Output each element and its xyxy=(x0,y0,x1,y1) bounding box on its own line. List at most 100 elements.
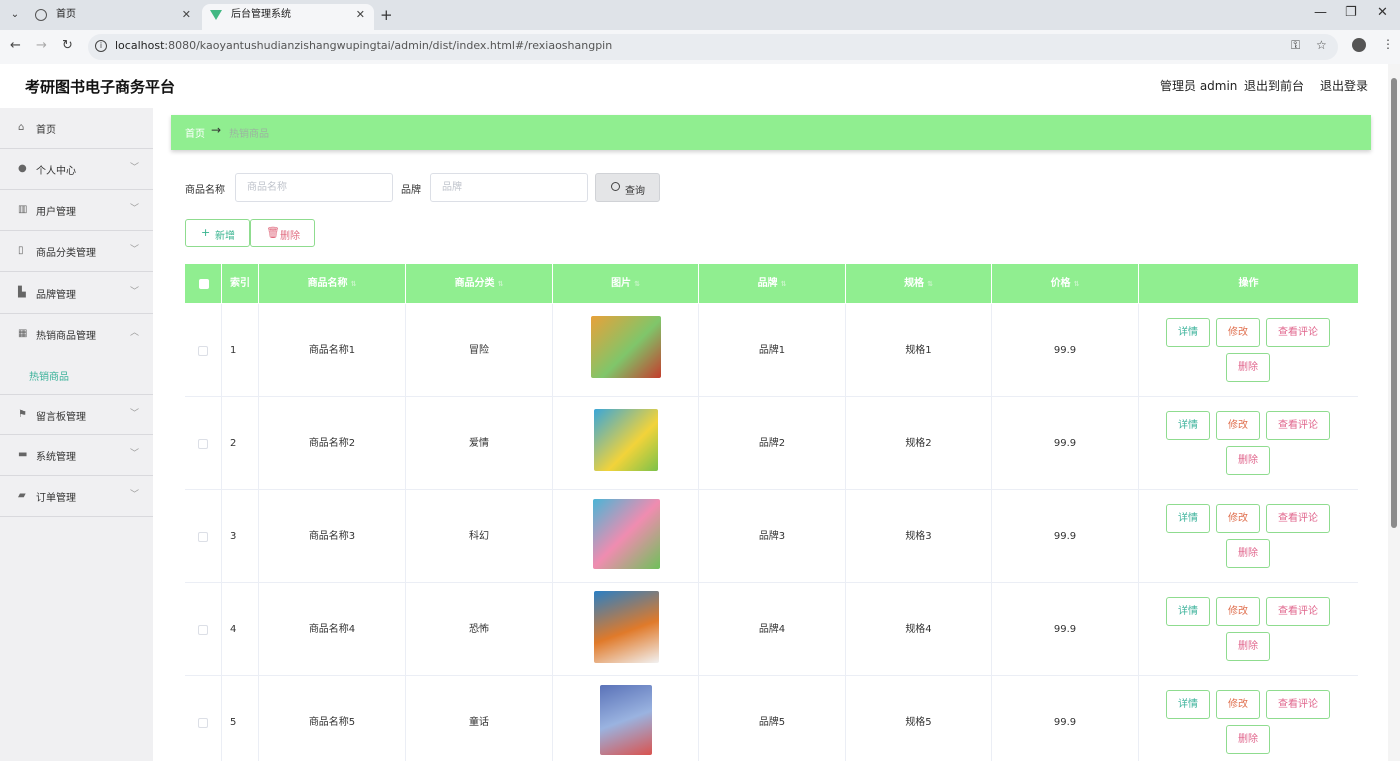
sort-icon[interactable]: ⇅ xyxy=(927,280,933,288)
name-cell: 商品名称5 xyxy=(259,676,406,761)
forward-icon[interactable]: → xyxy=(36,38,47,53)
address-bar[interactable]: i localhost:8080/kaoyantushudianzishangw… xyxy=(88,34,1338,60)
edit-button[interactable]: 修改 xyxy=(1216,690,1260,719)
book-cover-image[interactable] xyxy=(591,316,661,378)
batch-delete-button[interactable]: 🗑 删除 xyxy=(250,219,315,247)
header-label: 品牌 xyxy=(757,278,778,289)
view-comments-button[interactable]: 查看评论 xyxy=(1266,597,1330,626)
url-text[interactable]: localhost:8080/kaoyantushudianzishangwup… xyxy=(115,39,612,52)
header-category[interactable]: 商品分类 ⇅ xyxy=(406,264,553,303)
image-cell xyxy=(553,490,699,583)
detail-button[interactable]: 详情 xyxy=(1166,597,1210,626)
sidebar-item-brand[interactable]: ▙ 品牌管理 ﹀ xyxy=(0,273,153,314)
select-cell xyxy=(185,490,222,583)
book-cover-image[interactable] xyxy=(600,685,652,755)
book-cover-image[interactable] xyxy=(593,499,660,569)
row-checkbox[interactable] xyxy=(198,625,208,635)
header-name[interactable]: 商品名称 ⇅ xyxy=(259,264,406,303)
header-image[interactable]: 图片 ⇅ xyxy=(553,264,699,303)
sort-icon[interactable]: ⇅ xyxy=(351,280,357,288)
edit-button[interactable]: 修改 xyxy=(1216,411,1260,440)
sidebar-item-hot-products[interactable]: ▦ 热销商品管理 ︿ xyxy=(0,314,153,355)
sidebar-subitem-label: 热销商品 xyxy=(29,372,69,383)
delete-row-button[interactable]: 删除 xyxy=(1226,353,1270,382)
delete-button-label: 删除 xyxy=(280,231,300,242)
header-spec[interactable]: 规格 ⇅ xyxy=(846,264,992,303)
sort-icon[interactable]: ⇅ xyxy=(498,280,504,288)
row-checkbox[interactable] xyxy=(198,439,208,449)
window-close-icon[interactable]: ✕ xyxy=(1377,5,1388,20)
spec-cell: 规格5 xyxy=(846,676,992,761)
close-icon[interactable]: ✕ xyxy=(356,4,365,26)
site-info-icon[interactable]: i xyxy=(95,40,107,52)
sidebar-item-system[interactable]: ▬ 系统管理 ﹀ xyxy=(0,435,153,476)
sidebar-item-users[interactable]: ▥ 用户管理 ﹀ xyxy=(0,190,153,231)
name-cell: 商品名称1 xyxy=(259,304,406,397)
detail-button[interactable]: 详情 xyxy=(1166,411,1210,440)
close-icon[interactable]: ✕ xyxy=(182,4,191,26)
reload-icon[interactable]: ↻ xyxy=(62,38,73,53)
tab-strip: ⌄ 首页 ✕ 后台管理系统 ✕ + — ❐ ✕ xyxy=(0,0,1400,30)
sidebar-item-home[interactable]: ⌂ 首页 xyxy=(0,108,153,149)
sort-icon[interactable]: ⇅ xyxy=(634,280,640,288)
restore-icon[interactable]: ❐ xyxy=(1345,5,1357,20)
detail-button[interactable]: 详情 xyxy=(1166,504,1210,533)
brand-search-input[interactable] xyxy=(430,173,588,202)
sidebar-item-messages[interactable]: ⚑ 留言板管理 ﹀ xyxy=(0,394,153,435)
admin-label: 管理员 admin xyxy=(1160,79,1238,93)
menu-kebab-icon[interactable]: ⋮ xyxy=(1382,37,1394,51)
new-tab-icon[interactable]: + xyxy=(380,6,393,24)
header-index: 索引 xyxy=(222,264,259,303)
tab-search-icon[interactable]: ⌄ xyxy=(6,6,24,24)
sidebar-item-category[interactable]: ▯ 商品分类管理 ﹀ xyxy=(0,231,153,272)
minimize-icon[interactable]: — xyxy=(1314,5,1327,20)
browser-tab-admin[interactable]: 后台管理系统 ✕ xyxy=(202,4,374,30)
view-comments-button[interactable]: 查看评论 xyxy=(1266,318,1330,347)
scrollbar-thumb[interactable] xyxy=(1391,78,1397,528)
page-scrollbar[interactable] xyxy=(1388,64,1400,761)
header-brand[interactable]: 品牌 ⇅ xyxy=(699,264,846,303)
row-checkbox[interactable] xyxy=(198,532,208,542)
browser-tab-home[interactable]: 首页 ✕ xyxy=(27,4,200,30)
view-comments-button[interactable]: 查看评论 xyxy=(1266,690,1330,719)
delete-row-button[interactable]: 删除 xyxy=(1226,446,1270,475)
logout-link[interactable]: 退出登录 xyxy=(1320,77,1368,94)
row-checkbox[interactable] xyxy=(198,346,208,356)
delete-row-button[interactable]: 删除 xyxy=(1226,632,1270,661)
detail-button[interactable]: 详情 xyxy=(1166,690,1210,719)
row-checkbox[interactable] xyxy=(198,718,208,728)
edit-button[interactable]: 修改 xyxy=(1216,597,1260,626)
query-button[interactable]: 查询 xyxy=(595,173,660,202)
profile-avatar-icon[interactable] xyxy=(1352,38,1366,52)
book-cover-image[interactable] xyxy=(594,409,658,471)
name-search-input[interactable] xyxy=(235,173,393,202)
chevron-down-icon: ﹀ xyxy=(129,449,139,459)
delete-row-button[interactable]: 删除 xyxy=(1226,539,1270,568)
back-icon[interactable]: ← xyxy=(10,38,21,53)
breadcrumb-home[interactable]: 首页 xyxy=(185,125,205,140)
select-all-checkbox[interactable] xyxy=(199,279,209,289)
delete-row-button[interactable]: 删除 xyxy=(1226,725,1270,754)
sidebar-subitem-hot-products[interactable]: 热销商品 xyxy=(0,356,153,394)
header-label: 图片 xyxy=(611,278,632,289)
url-host: localhost xyxy=(115,39,165,52)
star-icon[interactable]: ☆ xyxy=(1316,38,1327,52)
header-price[interactable]: 价格 ⇅ xyxy=(992,264,1139,303)
detail-button[interactable]: 详情 xyxy=(1166,318,1210,347)
exit-front-link[interactable]: 退出到前台 xyxy=(1244,77,1304,94)
sort-icon[interactable]: ⇅ xyxy=(1074,280,1080,288)
book-cover-image[interactable] xyxy=(594,591,659,663)
edit-button[interactable]: 修改 xyxy=(1216,504,1260,533)
index-cell: 2 xyxy=(222,397,259,490)
view-comments-button[interactable]: 查看评论 xyxy=(1266,504,1330,533)
sidebar-item-orders[interactable]: ▰ 订单管理 ﹀ xyxy=(0,476,153,517)
add-button[interactable]: + 新增 xyxy=(185,219,250,247)
header-select-all[interactable] xyxy=(185,264,222,303)
sidebar-item-profile[interactable]: ● 个人中心 ﹀ xyxy=(0,149,153,190)
key-icon[interactable]: ⚿ xyxy=(1291,38,1300,53)
chevron-down-icon: ﹀ xyxy=(129,490,139,500)
edit-button[interactable]: 修改 xyxy=(1216,318,1260,347)
browser-chrome: ⌄ 首页 ✕ 后台管理系统 ✕ + — ❐ ✕ ← → ↻ i localhos… xyxy=(0,0,1400,64)
sort-icon[interactable]: ⇅ xyxy=(781,280,787,288)
view-comments-button[interactable]: 查看评论 xyxy=(1266,411,1330,440)
